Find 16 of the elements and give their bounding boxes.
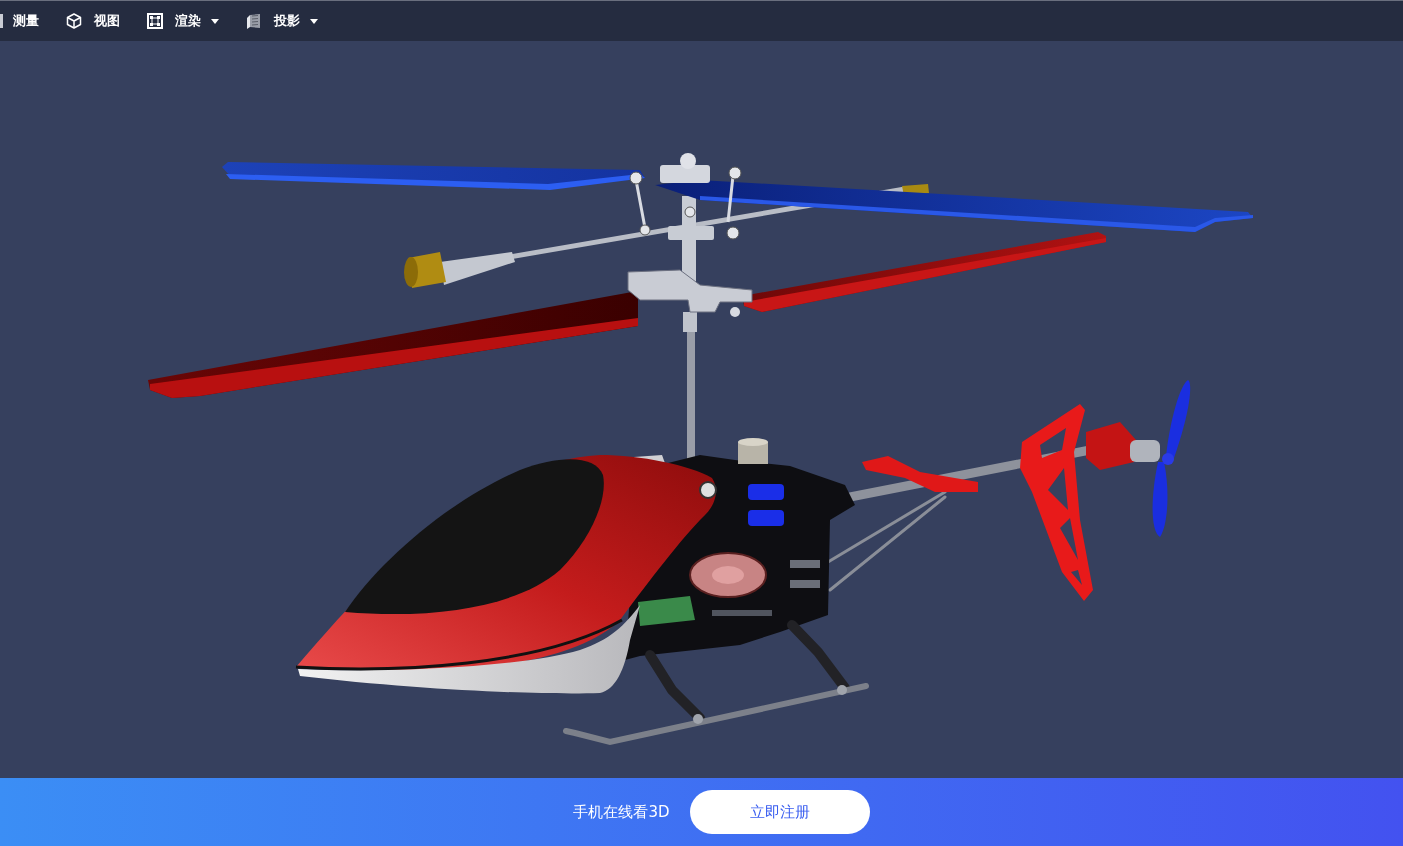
motor: [738, 438, 768, 464]
bar-icon: [0, 14, 3, 28]
toolbar-button[interactable]: 投影: [246, 9, 318, 33]
caret-icon: [310, 18, 318, 24]
register-button[interactable]: 立即注册: [689, 790, 870, 834]
square-frame-icon: [147, 13, 163, 29]
shaded-cube-icon: [246, 13, 262, 29]
toolbar-button[interactable]: 测量: [0, 9, 39, 33]
promo-text: 手机在线看3D: [573, 802, 670, 822]
cube-icon: [66, 13, 82, 29]
toolbar-button[interactable]: 渲染: [147, 9, 219, 33]
servo: [748, 484, 784, 500]
circuit-board: [638, 596, 695, 626]
toolbar-button[interactable]: 视图: [66, 9, 120, 33]
caret-icon: [211, 18, 219, 24]
servo: [748, 510, 784, 526]
